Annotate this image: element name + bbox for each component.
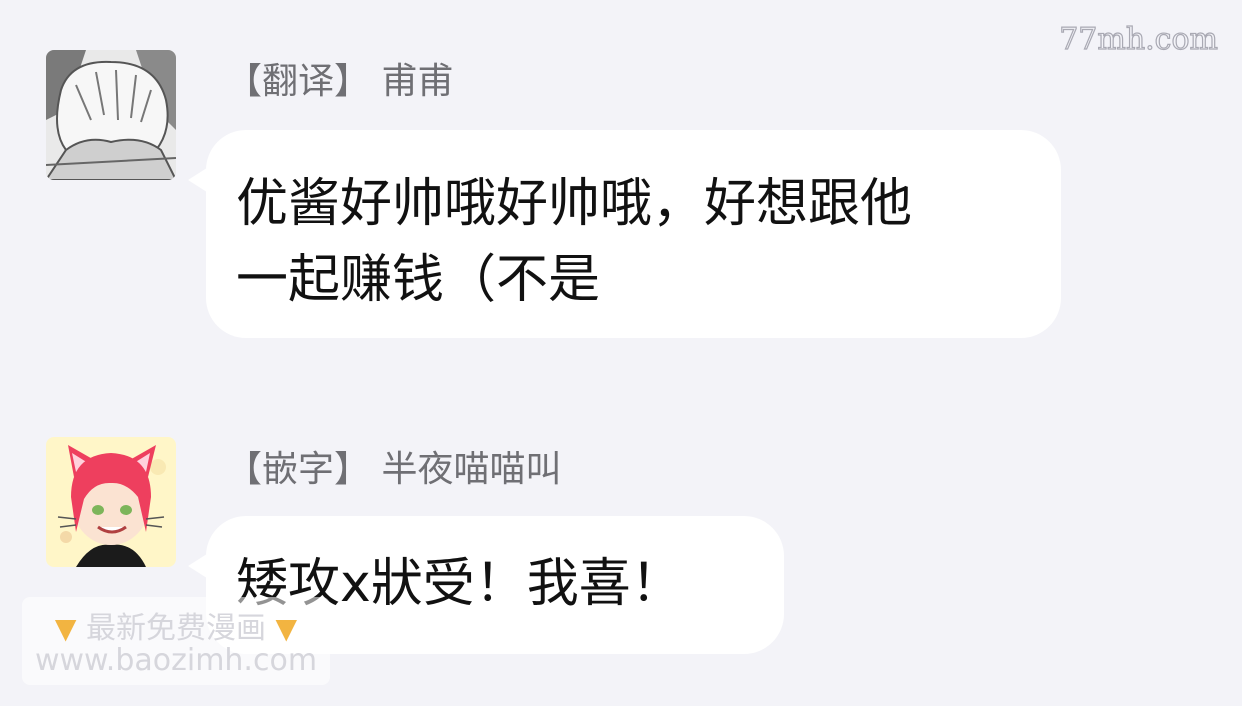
promo-title: 最新免费漫画 xyxy=(86,611,266,646)
pointing-down-icon: ▼ xyxy=(54,612,77,645)
promo-url: www.baozimh.com xyxy=(34,643,318,678)
sender-line: 【翻译】 甫甫 xyxy=(226,52,453,104)
promo-watermark: ▼ 最新免费漫画 ▼ www.baozimh.com xyxy=(22,597,330,685)
avatar[interactable] xyxy=(46,50,176,180)
bubble-tail xyxy=(188,166,210,194)
avatar[interactable] xyxy=(46,437,176,567)
site-watermark: 77mh.com xyxy=(1059,21,1219,57)
avatar-manga-boy-image xyxy=(46,50,176,180)
sender-line: 【嵌字】 半夜喵喵叫 xyxy=(226,440,561,492)
message-text-line: 优酱好帅哦好帅哦，好想跟他 xyxy=(236,174,913,234)
sender-role: 【翻译】 xyxy=(226,61,371,102)
pointing-down-icon: ▼ xyxy=(275,612,298,645)
sender-role: 【嵌字】 xyxy=(226,449,371,490)
avatar-catgirl-image xyxy=(46,437,176,567)
message-bubble[interactable]: 优酱好帅哦好帅哦，好想跟他 一起赚钱（不是 xyxy=(188,130,1061,338)
message-text-line: 一起赚钱（不是 xyxy=(236,250,601,310)
bubble-tail xyxy=(188,552,210,580)
sender-name: 半夜喵喵叫 xyxy=(381,449,562,490)
promo-title-line: ▼ 最新免费漫画 ▼ xyxy=(22,603,330,647)
sender-name: 甫甫 xyxy=(381,61,454,102)
